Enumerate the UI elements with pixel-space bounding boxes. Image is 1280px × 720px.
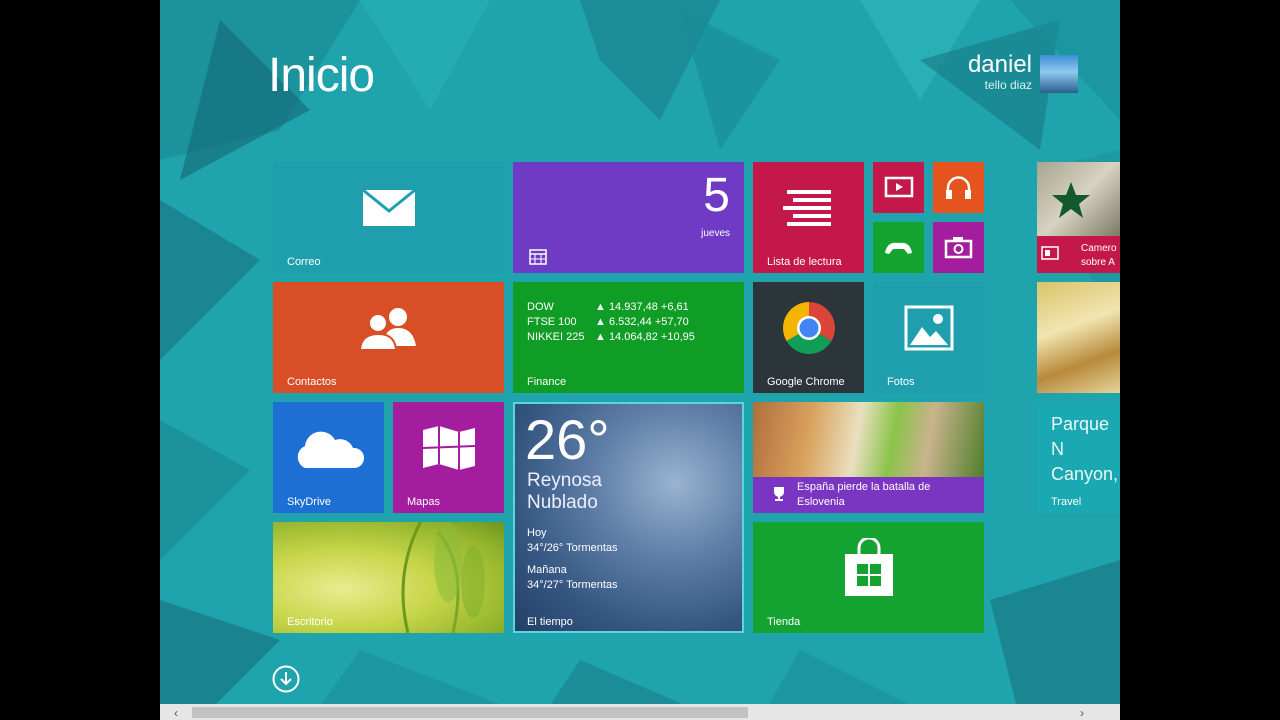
weather-today-label: Hoy <box>527 527 547 539</box>
all-apps-button[interactable] <box>272 665 300 693</box>
tile-news-partial[interactable]: Camero sobre A <box>1037 162 1120 273</box>
chrome-icon <box>782 301 835 354</box>
weather-city: Reynosa <box>527 470 602 491</box>
store-bag-icon <box>844 537 893 596</box>
sports-headline: España pierde la batalla de Eslovenia <box>797 481 931 508</box>
tile-calendar[interactable]: 5 jueves <box>513 162 744 273</box>
tile-camera[interactable] <box>933 222 984 273</box>
mail-icon <box>361 188 416 226</box>
scroll-left-arrow[interactable]: ‹ <box>174 706 178 720</box>
calendar-day-number: 5 <box>703 169 730 222</box>
weather-tomorrow-forecast: 34°/27° Tormentas <box>527 579 618 591</box>
tile-travel-partial[interactable]: Parque N Canyon, Travel <box>1037 402 1120 513</box>
tile-label: El tiempo <box>527 616 573 628</box>
tile-label: Travel <box>1051 496 1082 508</box>
tile-finance[interactable]: DOW ▲ 14.937,48 +6,61 FTSE 100 ▲ 6.532,4… <box>513 282 744 393</box>
tile-label: Finance <box>527 376 567 388</box>
tile-skydrive[interactable]: SkyDrive <box>273 402 384 513</box>
calendar-icon <box>529 249 547 265</box>
finance-table: DOW ▲ 14.937,48 +6,61 FTSE 100 ▲ 6.532,4… <box>527 300 695 345</box>
trophy-icon <box>774 487 784 501</box>
horizontal-scrollbar[interactable]: ‹ › <box>160 704 1120 720</box>
photo-icon <box>904 305 953 350</box>
tile-label: Tienda <box>767 616 801 628</box>
weather-temperature: 26° <box>525 408 610 471</box>
tile-label: Mapas <box>407 496 441 508</box>
tile-label: Escritorio <box>287 616 333 628</box>
user-first-name: daniel <box>967 51 1032 78</box>
finance-row: FTSE 100 ▲ 6.532,44 +57,70 <box>527 316 689 328</box>
tile-fotos[interactable]: Fotos <box>873 282 984 393</box>
scroll-thumb[interactable] <box>192 707 748 718</box>
start-screen: Inicio daniel tello diaz Correo 5 jueves <box>160 0 1120 720</box>
tile-google-chrome[interactable]: Google Chrome <box>753 282 864 393</box>
weather-tomorrow-label: Mañana <box>527 564 567 576</box>
tile-label: Lista de lectura <box>767 256 842 268</box>
scroll-right-arrow[interactable]: › <box>1080 706 1084 720</box>
tile-label: Correo <box>287 256 321 268</box>
arrow-down-circle-icon <box>272 665 300 693</box>
tile-video[interactable] <box>873 162 924 213</box>
gamepad-icon <box>885 242 912 254</box>
tile-mapas[interactable]: Mapas <box>393 402 504 513</box>
travel-title: Parque N Canyon, <box>1051 414 1119 484</box>
page-title: Inicio <box>268 49 375 102</box>
user-last-name: tello diaz <box>984 78 1032 92</box>
avatar[interactable] <box>1040 55 1078 93</box>
reading-list-icon <box>782 189 831 226</box>
user-account[interactable]: daniel tello diaz <box>967 51 1032 93</box>
weather-condition: Nublado <box>527 492 598 513</box>
tile-el-tiempo[interactable]: 26° Reynosa Nublado Hoy 34°/26° Tormenta… <box>513 402 744 633</box>
tile-music[interactable] <box>933 162 984 213</box>
tile-tienda[interactable]: Tienda <box>753 522 984 633</box>
star-icon <box>1052 182 1090 218</box>
tile-sports[interactable]: España pierde la batalla de Eslovenia <box>753 402 984 513</box>
tile-label: SkyDrive <box>287 496 332 508</box>
calendar-day-name: jueves <box>701 228 730 239</box>
tile-games[interactable] <box>873 222 924 273</box>
map-icon <box>422 425 475 470</box>
newspaper-icon <box>1041 246 1059 260</box>
tile-label: Fotos <box>887 376 915 388</box>
people-icon <box>358 307 416 350</box>
finance-row: DOW ▲ 14.937,48 +6,61 <box>527 301 689 313</box>
sports-photo <box>753 402 984 477</box>
video-icon <box>884 176 914 198</box>
tile-label: Contactos <box>287 376 337 388</box>
tile-correo[interactable]: Correo <box>273 162 504 273</box>
tile-food-partial[interactable] <box>1037 282 1120 393</box>
tile-contactos[interactable]: Contactos <box>273 282 504 393</box>
weather-today-forecast: 34°/26° Tormentas <box>527 542 618 554</box>
finance-row: NIKKEI 225 ▲ 14.064,82 +10,95 <box>527 331 695 343</box>
tile-lista-de-lectura[interactable]: Lista de lectura <box>753 162 864 273</box>
news-headline: Camero sobre A <box>1081 243 1117 268</box>
tile-label: Google Chrome <box>767 376 845 388</box>
tile-escritorio[interactable]: Escritorio <box>273 522 504 633</box>
camera-icon <box>944 237 973 259</box>
cloud-icon <box>297 431 364 468</box>
headphones-icon <box>946 176 971 199</box>
